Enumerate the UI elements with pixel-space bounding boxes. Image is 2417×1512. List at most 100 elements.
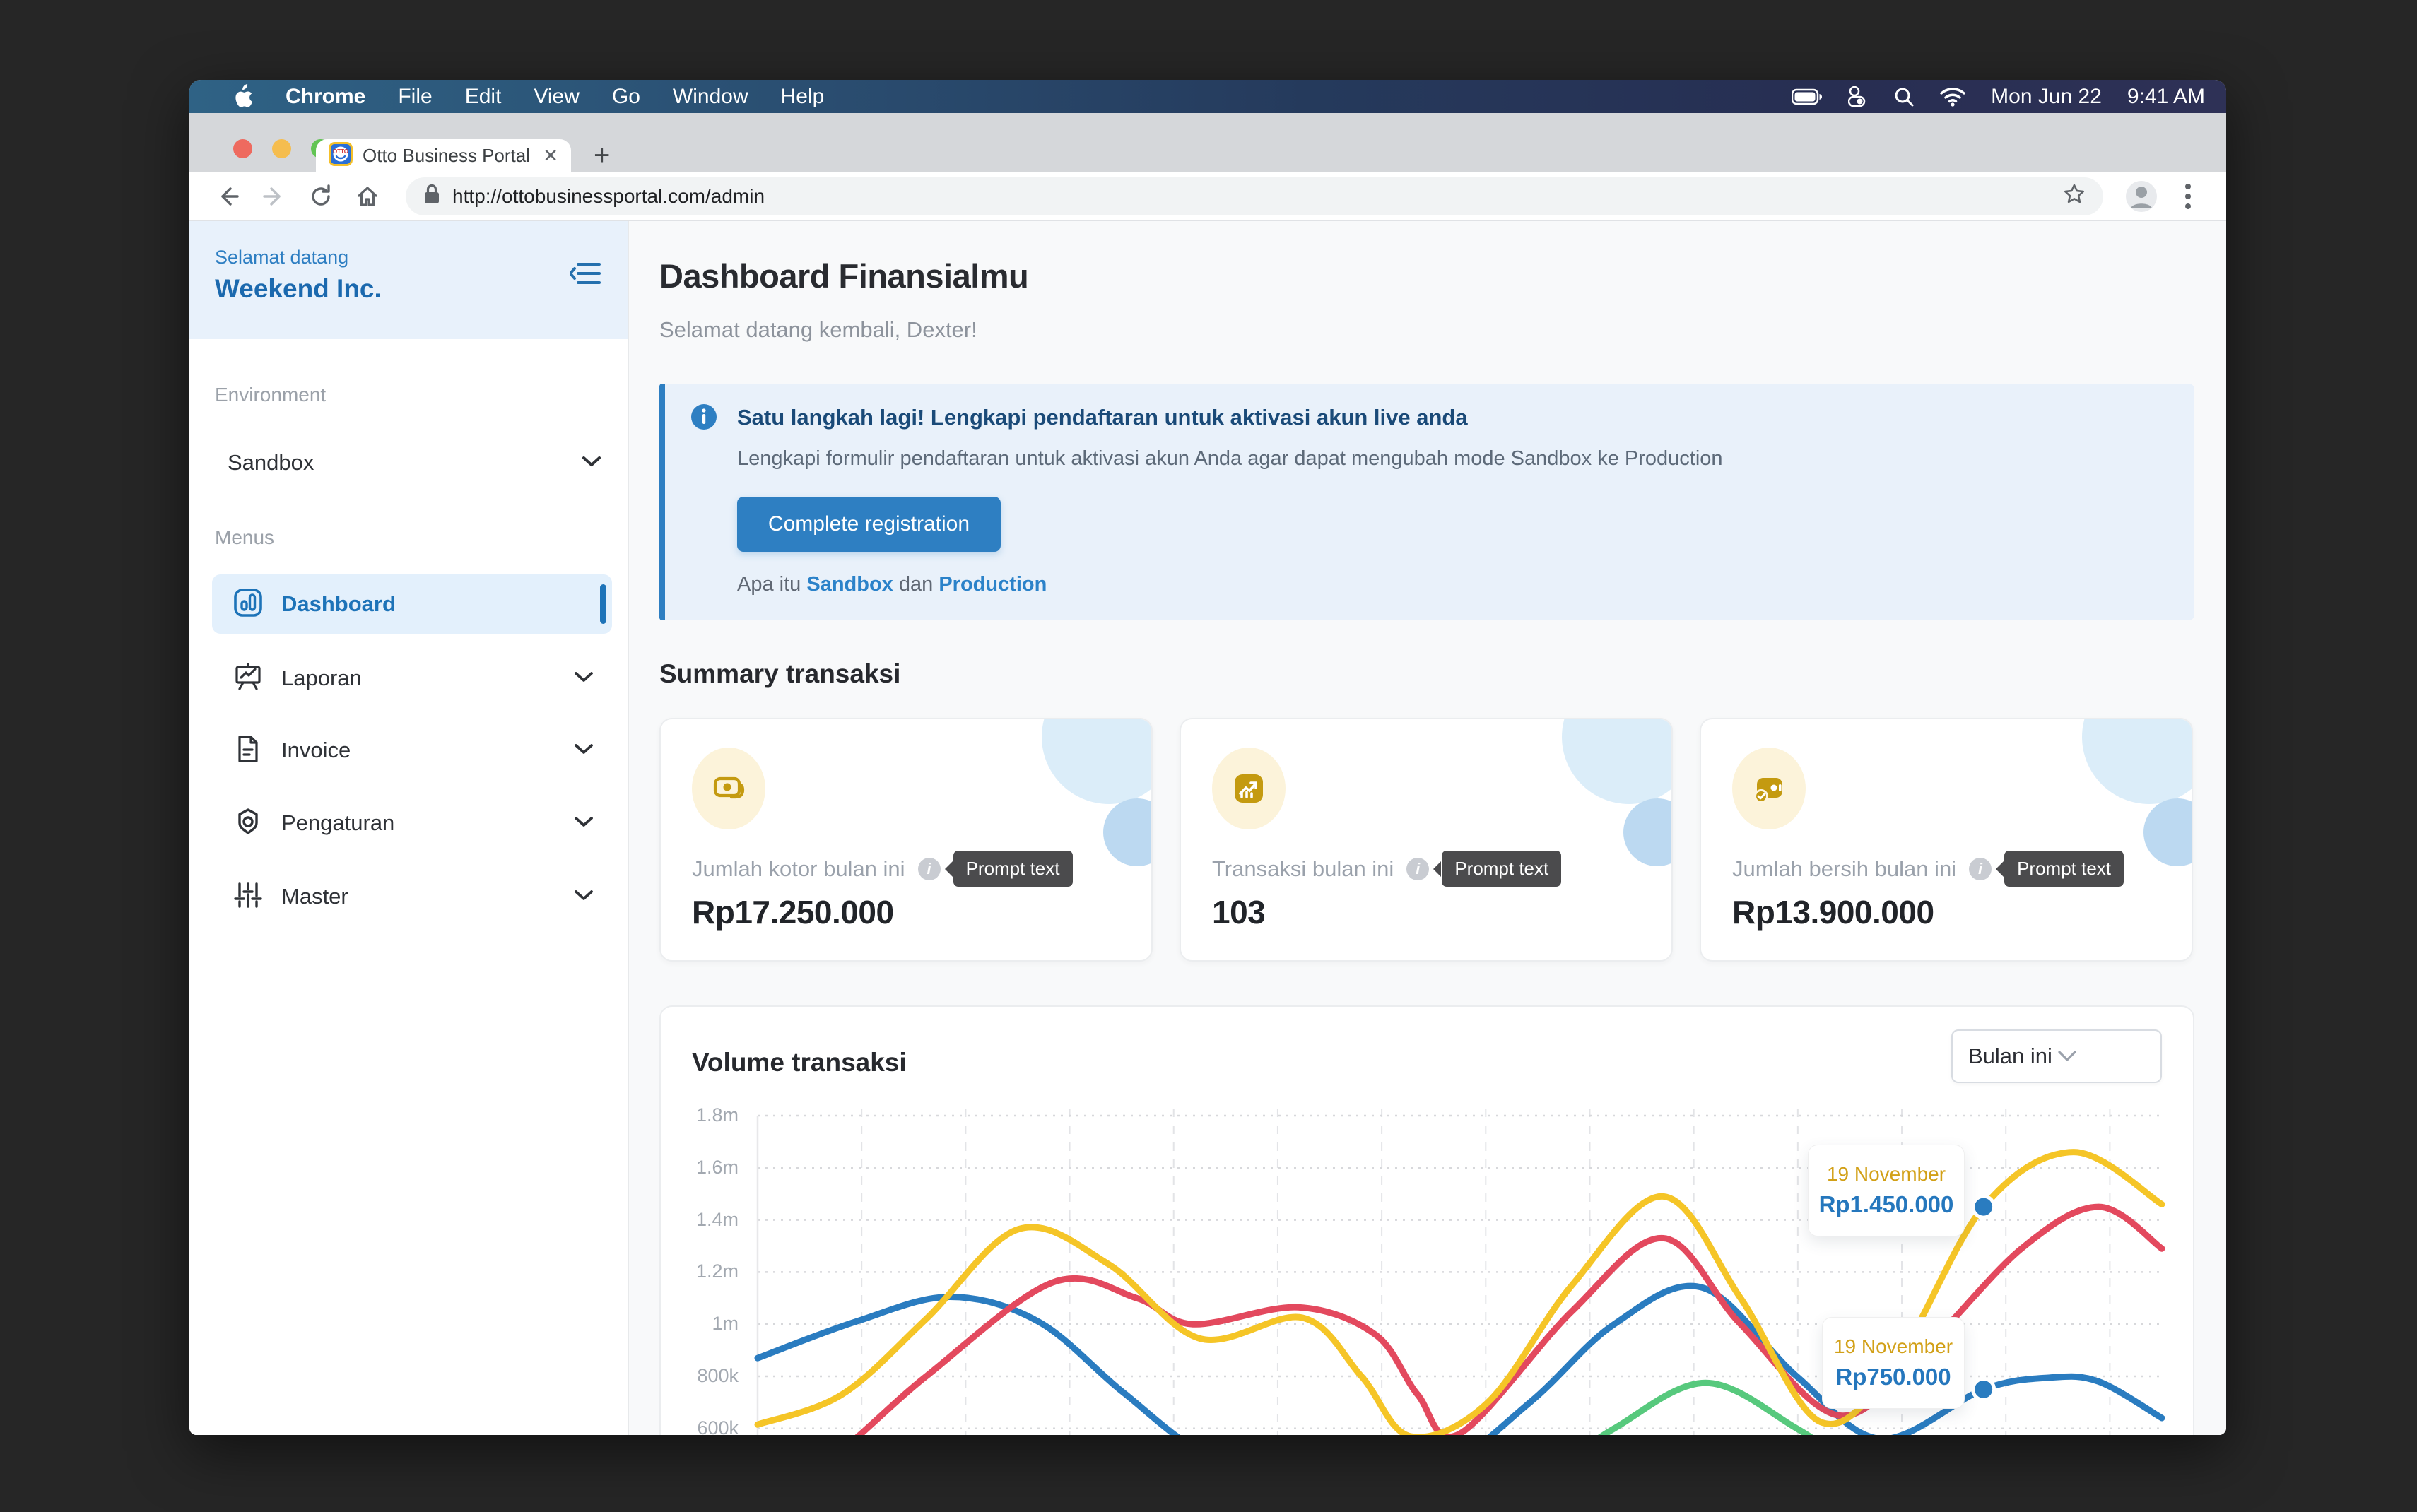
close-window-button[interactable] [233, 139, 252, 158]
y-tick-label: 600k [683, 1417, 739, 1435]
control-center-icon[interactable] [1848, 86, 1868, 107]
menubar-date[interactable]: Mon Jun 22 [1991, 85, 2102, 109]
sidebar-item-label: Laporan [281, 666, 555, 691]
summary-card-transactions: Transaksi bulan ini i Prompt text 103 [1180, 718, 1673, 962]
wifi-icon[interactable] [1940, 87, 1965, 107]
active-indicator [600, 584, 606, 624]
svg-text:OTTO: OTTO [333, 148, 348, 155]
prompt-tooltip: Prompt text [1442, 851, 1561, 887]
decorative-circle [1623, 798, 1673, 866]
reload-icon[interactable] [301, 184, 341, 209]
sliders-icon [233, 880, 263, 914]
sidebar-item-laporan[interactable]: Laporan [212, 649, 612, 708]
production-link[interactable]: Production [939, 573, 1047, 596]
sidebar-collapse-icon[interactable] [570, 259, 602, 291]
prompt-tooltip: Prompt text [2004, 851, 2124, 887]
tab-close-icon[interactable]: ✕ [543, 145, 558, 167]
y-tick-label: 1.4m [683, 1209, 739, 1231]
summary-card-gross: Jumlah kotor bulan ini i Prompt text Rp1… [659, 718, 1153, 962]
banner-footnote: Apa itu Sandbox dan Production [737, 573, 1047, 596]
complete-registration-button[interactable]: Complete registration [737, 497, 1001, 552]
menubar-item-view[interactable]: View [534, 85, 579, 109]
chevron-down-icon [574, 889, 594, 905]
sidebar: Selamat datang Weekend Inc. Environment … [189, 221, 629, 1435]
forward-icon[interactable] [254, 184, 294, 209]
decorative-circle [1042, 718, 1153, 804]
card-label: Jumlah kotor bulan ini [692, 856, 905, 882]
bookmark-star-icon[interactable] [2062, 182, 2086, 210]
url-text[interactable]: http://ottobusinessportal.com/admin [452, 185, 2051, 208]
dashboard-icon [233, 588, 263, 621]
footnote-text: dan [893, 573, 939, 596]
menubar-item-window[interactable]: Window [673, 85, 748, 109]
info-icon[interactable]: i [1406, 858, 1429, 880]
page-subtitle: Selamat datang kembali, Dexter! [659, 317, 977, 343]
chevron-down-icon [574, 671, 594, 687]
card-value: Rp13.900.000 [1732, 893, 1934, 931]
card-value: Rp17.250.000 [692, 893, 894, 931]
chevron-down-icon [2057, 1044, 2145, 1069]
settings-nut-icon [233, 807, 263, 840]
sidebar-item-dashboard[interactable]: Dashboard [212, 574, 612, 634]
environment-section-label: Environment [215, 384, 326, 406]
menubar-item-help[interactable]: Help [781, 85, 825, 109]
y-tick-label: 1.6m [683, 1157, 739, 1179]
apple-icon[interactable] [232, 84, 253, 110]
home-icon[interactable] [348, 184, 387, 209]
info-icon[interactable]: i [1969, 858, 1992, 880]
volume-heading: Volume transaksi [692, 1048, 907, 1077]
invoice-document-icon [233, 734, 263, 767]
sidebar-item-label: Invoice [281, 738, 555, 763]
y-tick-label: 1.2m [683, 1260, 739, 1282]
lock-icon[interactable] [423, 183, 441, 209]
minimize-window-button[interactable] [272, 139, 291, 158]
page-title: Dashboard Finansialmu [659, 256, 1028, 295]
period-filter-dropdown[interactable]: Bulan ini [1951, 1029, 2162, 1083]
sidebar-item-invoice[interactable]: Invoice [212, 721, 612, 780]
card-value: 103 [1212, 893, 1265, 931]
summary-card-net: Jumlah bersih bulan ini i Prompt text Rp… [1700, 718, 2193, 962]
menubar-app-name[interactable]: Chrome [286, 85, 365, 109]
environment-selector[interactable]: Sandbox [215, 442, 602, 484]
sidebar-item-pengaturan[interactable]: Pengaturan [212, 793, 612, 853]
decorative-circle [2143, 798, 2193, 866]
sandbox-link[interactable]: Sandbox [806, 573, 893, 596]
banner-body: Lengkapi formulir pendaftaran untuk akti… [737, 447, 1723, 471]
sidebar-item-label: Dashboard [281, 591, 594, 617]
menubar-item-go[interactable]: Go [612, 85, 640, 109]
tooltip-amount: Rp1.450.000 [1819, 1191, 1954, 1218]
y-tick-label: 800k [683, 1365, 739, 1387]
browser-tab[interactable]: OTTO Otto Business Portal ✕ [316, 139, 571, 172]
new-tab-button[interactable]: + [594, 143, 610, 168]
menubar-time[interactable]: 9:41 AM [2127, 85, 2205, 109]
browser-menu-icon[interactable] [2168, 181, 2208, 212]
company-name: Weekend Inc. [215, 274, 628, 304]
tooltip-date: 19 November [1827, 1163, 1946, 1186]
menubar-item-file[interactable]: File [398, 85, 432, 109]
period-filter-value: Bulan ini [1968, 1044, 2057, 1069]
sidebar-header: Selamat datang Weekend Inc. [189, 221, 628, 339]
favicon: OTTO [329, 142, 353, 170]
card-label: Jumlah bersih bulan ini [1732, 856, 1956, 882]
tab-strip: OTTO Otto Business Portal ✕ + [189, 113, 2226, 172]
battery-icon[interactable] [1792, 88, 1823, 105]
report-board-icon [233, 662, 263, 695]
browser-toolbar: http://ottobusinessportal.com/admin [189, 172, 2226, 221]
menubar-item-edit[interactable]: Edit [465, 85, 502, 109]
banner-title: Satu langkah lagi! Lengkapi pendaftaran … [737, 405, 1468, 430]
sidebar-item-master[interactable]: Master [212, 867, 612, 926]
profile-avatar-icon[interactable] [2122, 180, 2161, 213]
url-bar[interactable]: http://ottobusinessportal.com/admin [406, 177, 2103, 215]
sidebar-item-label: Pengaturan [281, 810, 555, 836]
back-icon[interactable] [208, 184, 247, 209]
info-icon [690, 403, 717, 434]
tooltip-date: 19 November [1834, 1335, 1953, 1358]
decorative-circle [2082, 718, 2193, 804]
footnote-text: Apa itu [737, 573, 806, 596]
info-icon[interactable]: i [918, 858, 941, 880]
decorative-circle [1103, 798, 1153, 866]
spotlight-search-icon[interactable] [1893, 86, 1915, 107]
chevron-down-icon [574, 815, 594, 832]
chevron-down-icon [574, 743, 594, 759]
menus-section-label: Menus [215, 526, 274, 549]
